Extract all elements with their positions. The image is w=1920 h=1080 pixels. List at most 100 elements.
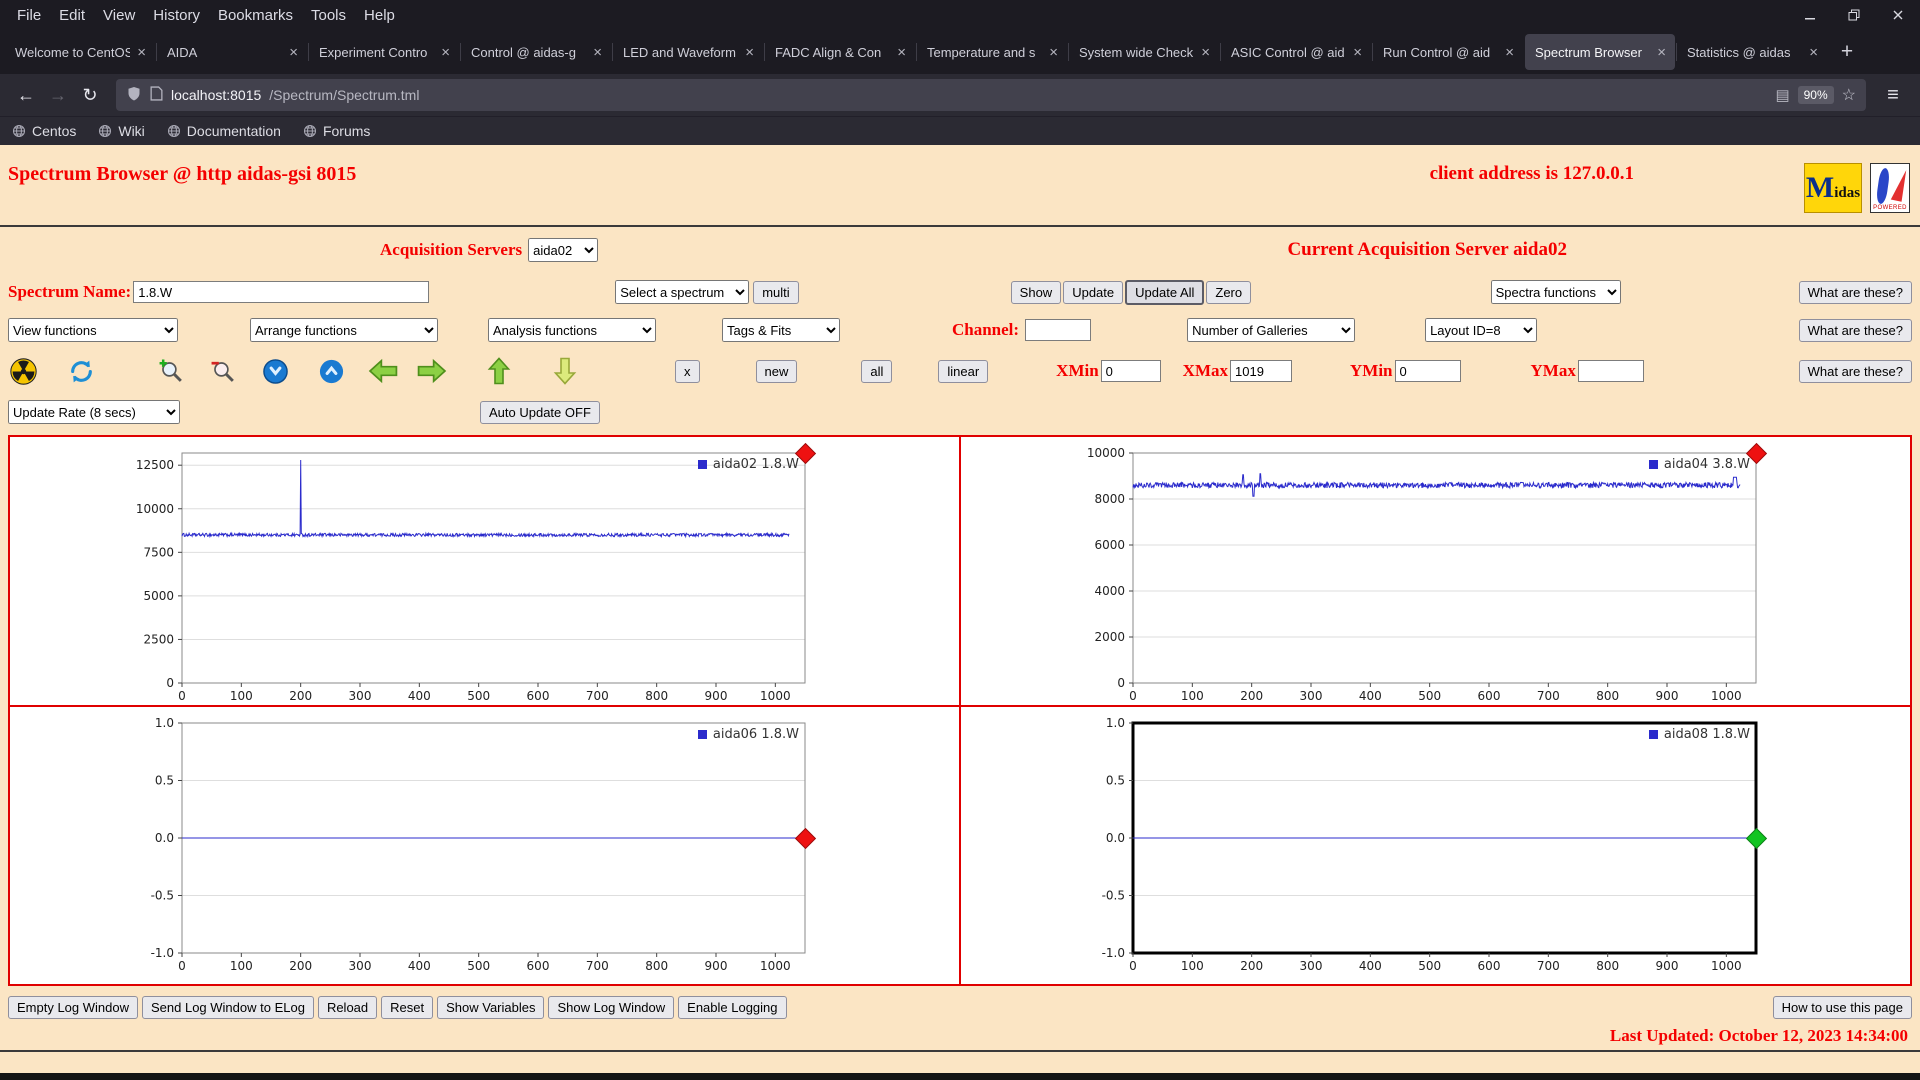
- scroll-up-icon[interactable]: [316, 356, 346, 386]
- zoom-level-badge[interactable]: 90%: [1797, 86, 1834, 104]
- arrange-functions-dropdown[interactable]: Arrange functions: [250, 318, 438, 342]
- update-button[interactable]: Update: [1063, 280, 1124, 304]
- reader-mode-icon[interactable]: ▤: [1775, 86, 1789, 104]
- what-are-these-button[interactable]: What are these?: [1798, 359, 1912, 383]
- tab-close-icon[interactable]: ×: [438, 44, 453, 61]
- tab-close-icon[interactable]: ×: [1806, 44, 1821, 61]
- left-arrow-icon[interactable]: [366, 356, 400, 386]
- bookmark-documentation[interactable]: Documentation: [167, 123, 281, 139]
- reload-icon[interactable]: ↻: [74, 79, 106, 111]
- chart-panel-4[interactable]: -1.0 -0.5 0.0 0.5 1.0 0 100 200 300 400 500 600 700 8…: [960, 706, 1911, 985]
- tab-close-icon[interactable]: ×: [1046, 44, 1061, 61]
- x-button[interactable]: x: [675, 359, 700, 383]
- tab-aida[interactable]: AIDA ×: [156, 34, 307, 70]
- down-arrow-icon[interactable]: [550, 356, 580, 386]
- xmax-input[interactable]: [1230, 360, 1292, 382]
- menu-file[interactable]: File: [8, 3, 50, 28]
- update-rate-dropdown[interactable]: Update Rate (8 secs): [8, 400, 180, 424]
- menu-edit[interactable]: Edit: [50, 3, 94, 28]
- zoom-in-icon[interactable]: [156, 356, 186, 386]
- tab-control-aidas-g[interactable]: Control @ aidas-g ×: [460, 34, 611, 70]
- tab-run-control-aid[interactable]: Run Control @ aid ×: [1372, 34, 1523, 70]
- tab-close-icon[interactable]: ×: [1350, 44, 1365, 61]
- what-are-these-button[interactable]: What are these?: [1798, 280, 1912, 304]
- how-to-use-button[interactable]: How to use this page: [1772, 995, 1912, 1019]
- show-log-window-button[interactable]: Show Log Window: [548, 995, 675, 1019]
- multi-button[interactable]: multi: [753, 280, 799, 304]
- menu-tools[interactable]: Tools: [302, 3, 355, 28]
- select-spectrum-dropdown[interactable]: Select a spectrum: [615, 280, 750, 304]
- reset-button[interactable]: Reset: [381, 995, 434, 1019]
- tracking-protection-shield-icon[interactable]: [126, 86, 142, 105]
- refresh-icon[interactable]: [66, 356, 96, 386]
- close-icon[interactable]: [1876, 0, 1920, 30]
- radiation-icon[interactable]: [8, 356, 38, 386]
- menu-bookmarks[interactable]: Bookmarks: [209, 3, 302, 28]
- bookmark-forums[interactable]: Forums: [303, 123, 370, 139]
- page-info-icon[interactable]: [150, 86, 163, 104]
- menu-view[interactable]: View: [94, 3, 144, 28]
- tab-welcome-to-centos[interactable]: Welcome to CentOS ×: [5, 34, 155, 70]
- zoom-out-icon[interactable]: [208, 356, 238, 386]
- galleries-dropdown[interactable]: Number of Galleries: [1187, 318, 1356, 342]
- tab-spectrum-browser[interactable]: Spectrum Browser ×: [1525, 34, 1675, 70]
- bookmark-centos[interactable]: Centos: [12, 123, 76, 139]
- forward-icon[interactable]: →: [42, 79, 74, 111]
- up-arrow-icon[interactable]: [484, 356, 514, 386]
- tab-close-icon[interactable]: ×: [1502, 44, 1517, 61]
- view-functions-dropdown[interactable]: View functions: [8, 318, 178, 342]
- menu-help[interactable]: Help: [355, 3, 404, 28]
- tags-fits-dropdown[interactable]: Tags & Fits: [722, 318, 840, 342]
- tab-system-wide-check[interactable]: System wide Check ×: [1068, 34, 1219, 70]
- send-log-window-to-elog-button[interactable]: Send Log Window to ELog: [142, 995, 314, 1019]
- channel-input[interactable]: [1025, 319, 1092, 341]
- acquisition-server-select[interactable]: aida02: [528, 238, 599, 262]
- tab-statistics-aidas[interactable]: Statistics @ aidas ×: [1676, 34, 1827, 70]
- tab-close-icon[interactable]: ×: [1198, 44, 1213, 61]
- back-icon[interactable]: ←: [10, 79, 42, 111]
- tab-close-icon[interactable]: ×: [286, 44, 301, 61]
- update-all-button[interactable]: Update All: [1125, 279, 1205, 305]
- spectra-functions-dropdown[interactable]: Spectra functions: [1490, 280, 1621, 304]
- tab-experiment-contro[interactable]: Experiment Contro ×: [308, 34, 459, 70]
- zero-button[interactable]: Zero: [1206, 280, 1252, 304]
- restore-icon[interactable]: [1832, 0, 1876, 30]
- chart-panel-1[interactable]: 0 2500 5000 7500 10000 12500 0 100 200 300 400 500 6…: [9, 436, 960, 706]
- tab-close-icon[interactable]: ×: [134, 44, 149, 61]
- tab-led-and-waveform[interactable]: LED and Waveform ×: [612, 34, 763, 70]
- ymax-input[interactable]: [1577, 360, 1644, 382]
- tab-asic-control-aid[interactable]: ASIC Control @ aid ×: [1220, 34, 1371, 70]
- chart-panel-2[interactable]: 0 2000 4000 6000 8000 10000 0 100 200 300 400 500 60…: [960, 436, 1911, 706]
- what-are-these-button[interactable]: What are these?: [1798, 318, 1912, 342]
- right-arrow-icon[interactable]: [414, 356, 448, 386]
- new-button[interactable]: new: [755, 359, 798, 383]
- show-variables-button[interactable]: Show Variables: [437, 995, 545, 1019]
- tab-close-icon[interactable]: ×: [590, 44, 605, 61]
- chart-panel-3[interactable]: -1.0 -0.5 0.0 0.5 1.0 0 100 200 300 400 500 600 700 8…: [9, 706, 960, 985]
- bookmark-star-icon[interactable]: ☆: [1842, 85, 1856, 105]
- empty-log-window-button[interactable]: Empty Log Window: [8, 995, 138, 1019]
- reload-button[interactable]: Reload: [317, 995, 378, 1019]
- xmin-input[interactable]: [1100, 360, 1161, 382]
- new-tab-button[interactable]: +: [1831, 36, 1863, 68]
- bookmark-wiki[interactable]: Wiki: [98, 123, 145, 139]
- linear-button[interactable]: linear: [938, 359, 989, 383]
- auto-update-button[interactable]: Auto Update OFF: [480, 400, 600, 424]
- show-button[interactable]: Show: [1010, 280, 1062, 304]
- minimize-icon[interactable]: [1788, 0, 1832, 30]
- tab-close-icon[interactable]: ×: [894, 44, 909, 61]
- app-menu-icon[interactable]: ≡: [1876, 79, 1910, 111]
- analysis-functions-dropdown[interactable]: Analysis functions: [488, 318, 656, 342]
- layout-id-dropdown[interactable]: Layout ID=8: [1425, 318, 1538, 342]
- menu-history[interactable]: History: [144, 3, 209, 28]
- tab-close-icon[interactable]: ×: [742, 44, 757, 61]
- tab-close-icon[interactable]: ×: [1654, 44, 1669, 61]
- url-bar[interactable]: localhost:8015/Spectrum/Spectrum.tml ▤ 9…: [116, 79, 1866, 111]
- spectrum-name-input[interactable]: [133, 281, 430, 303]
- enable-logging-button[interactable]: Enable Logging: [678, 995, 787, 1019]
- scroll-down-icon[interactable]: [260, 356, 290, 386]
- tab-fadc-align-con[interactable]: FADC Align & Con ×: [764, 34, 915, 70]
- tab-temperature-and-s[interactable]: Temperature and s ×: [916, 34, 1067, 70]
- ymin-input[interactable]: [1394, 360, 1461, 382]
- all-button[interactable]: all: [861, 359, 893, 383]
